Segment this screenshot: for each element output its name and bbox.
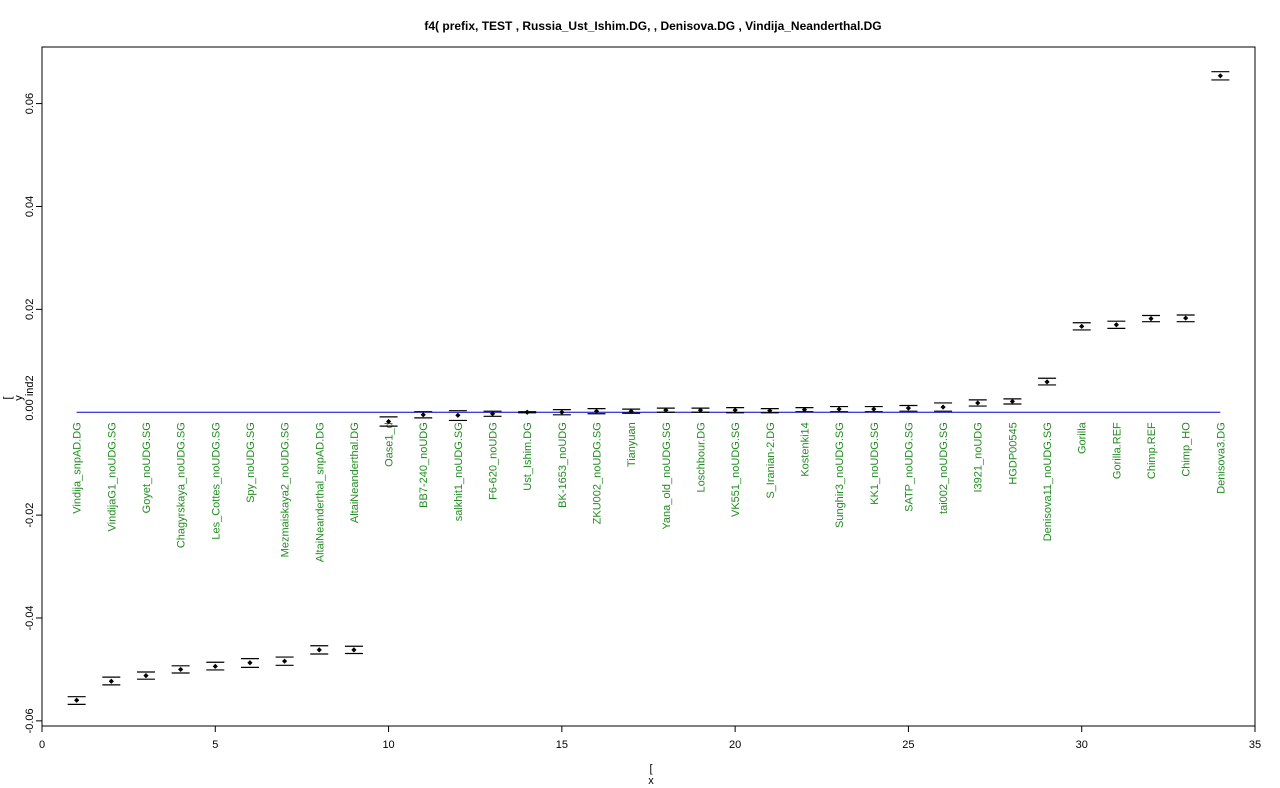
population-label: Chagyrskaya_noUDG.SG xyxy=(176,422,188,548)
data-point xyxy=(282,658,288,664)
population-label: S_Iranian-2.DG xyxy=(765,422,777,498)
population-label: Les_Cottes_noUDG.SG xyxy=(210,422,222,539)
population-label: Mezmaiskaya2_noUDG.SG xyxy=(280,422,292,557)
chart-title: f4( prefix, TEST , Russia_Ust_Ishim.DG, … xyxy=(424,19,881,33)
population-label: VindijaG1_noUDG.SG xyxy=(106,422,118,531)
x-tick-label: 35 xyxy=(1249,739,1261,751)
f4-statistic-chart: f4( prefix, TEST , Russia_Ust_Ishim.DG, … xyxy=(2,19,1261,787)
data-point xyxy=(178,666,184,673)
data-point xyxy=(1217,73,1223,79)
population-label: VK551_noUDG.SG xyxy=(730,422,742,517)
x-tick-label: 5 xyxy=(212,739,218,751)
y-tick-label: -0.06 xyxy=(24,708,36,733)
plot-frame xyxy=(41,46,1256,727)
population-label: Chimp.REF xyxy=(1146,422,1158,479)
population-label: Loschbour.DG xyxy=(695,422,707,492)
population-label: SATP_noUDG.SG xyxy=(903,422,915,512)
population-label: AltaiNeanderthal.DG xyxy=(349,422,361,523)
x-axis-label: [x xyxy=(648,763,654,787)
x-axis: 0 5 10 15 20 25 30 35 xyxy=(39,725,1261,751)
population-label: Goyet_noUDG.SG xyxy=(141,422,153,513)
data-point xyxy=(316,647,322,653)
population-label: Chimp_HO xyxy=(1181,422,1193,477)
y-axis-label: [y 0.00 ind2 xyxy=(2,375,36,420)
x-tick-label: 20 xyxy=(729,739,741,751)
data-point xyxy=(1079,323,1085,329)
data-point xyxy=(74,697,80,703)
population-label: Yana_old_noUDG.SG xyxy=(661,422,673,529)
data-point xyxy=(1183,315,1189,321)
data-points xyxy=(74,73,1223,703)
x-tick-label: 10 xyxy=(382,739,394,751)
data-point xyxy=(108,678,114,684)
data-point xyxy=(905,405,912,411)
population-labels: Vindija_snpAD.DG VindijaG1_noUDG.SG Goyet_… xyxy=(72,421,1228,562)
population-label: Denisova3.DG xyxy=(1215,422,1227,494)
population-label: tai002_noUDG.SG xyxy=(938,422,950,514)
population-label: AltaiNeanderthal_snpAD.DG xyxy=(314,422,326,562)
population-label: Oase1_d xyxy=(384,422,396,467)
data-point xyxy=(1148,316,1154,322)
x-tick-label: 15 xyxy=(556,739,568,751)
y-axis-label-line: 0.00 ind2 xyxy=(24,375,36,420)
x-axis-label-line: x xyxy=(648,775,654,787)
error-bars xyxy=(67,71,1230,705)
population-label: I3921_noUDG xyxy=(973,422,985,492)
data-point xyxy=(836,406,842,412)
population-label: Tianyuan xyxy=(626,422,638,467)
population-label: Spy_noUDG.SG xyxy=(245,422,257,503)
population-label: Denisova11_noUDG.SG xyxy=(1042,422,1054,541)
y-tick-label: -0.04 xyxy=(24,605,36,630)
population-label: Ust_Ishim.DG xyxy=(522,422,534,490)
population-label: ZKU002_noUDG.SG xyxy=(592,422,604,524)
data-point xyxy=(871,406,877,412)
population-label: Gorilla xyxy=(1077,421,1089,454)
y-tick-label: 0.06 xyxy=(24,93,36,114)
data-point xyxy=(455,412,461,418)
chart-container: f4( prefix, TEST , Russia_Ust_Ishim.DG, … xyxy=(0,0,1280,788)
population-label: Kostenki14 xyxy=(799,422,811,476)
x-axis-label-line: [ xyxy=(649,763,652,775)
data-point xyxy=(975,400,981,406)
x-tick-label: 30 xyxy=(1076,739,1088,751)
population-label: KK1_noUDG.SG xyxy=(869,422,881,505)
population-label: BB7-240_noUDG xyxy=(418,422,430,508)
y-tick-label: 0.02 xyxy=(24,299,36,320)
data-point xyxy=(559,409,565,415)
data-point xyxy=(247,660,253,666)
population-label: F6-620_noUDG xyxy=(488,422,500,500)
population-label: Gorilla.REF xyxy=(1111,422,1123,479)
data-point xyxy=(420,412,426,418)
data-point xyxy=(524,409,530,415)
x-tick-label: 0 xyxy=(39,739,45,751)
data-point xyxy=(1009,398,1015,405)
data-point xyxy=(143,672,149,679)
y-tick-label: 0.04 xyxy=(24,196,36,217)
population-label: Vindija_snpAD.DG xyxy=(72,422,84,514)
population-label: HGDP00545 xyxy=(1007,422,1019,484)
data-point xyxy=(212,663,218,669)
data-point xyxy=(1113,322,1119,328)
x-tick-label: 25 xyxy=(902,739,914,751)
y-tick-label: -0.02 xyxy=(24,503,36,528)
population-label: BK-1653_noUDG xyxy=(557,422,569,508)
population-label: salkhit1_noUDG.SG xyxy=(453,422,465,521)
data-point xyxy=(940,404,946,410)
data-point xyxy=(1044,379,1050,385)
population-label: Sunghir3_noUDG.SG xyxy=(834,422,846,528)
data-point xyxy=(593,408,600,414)
data-point xyxy=(351,647,357,653)
